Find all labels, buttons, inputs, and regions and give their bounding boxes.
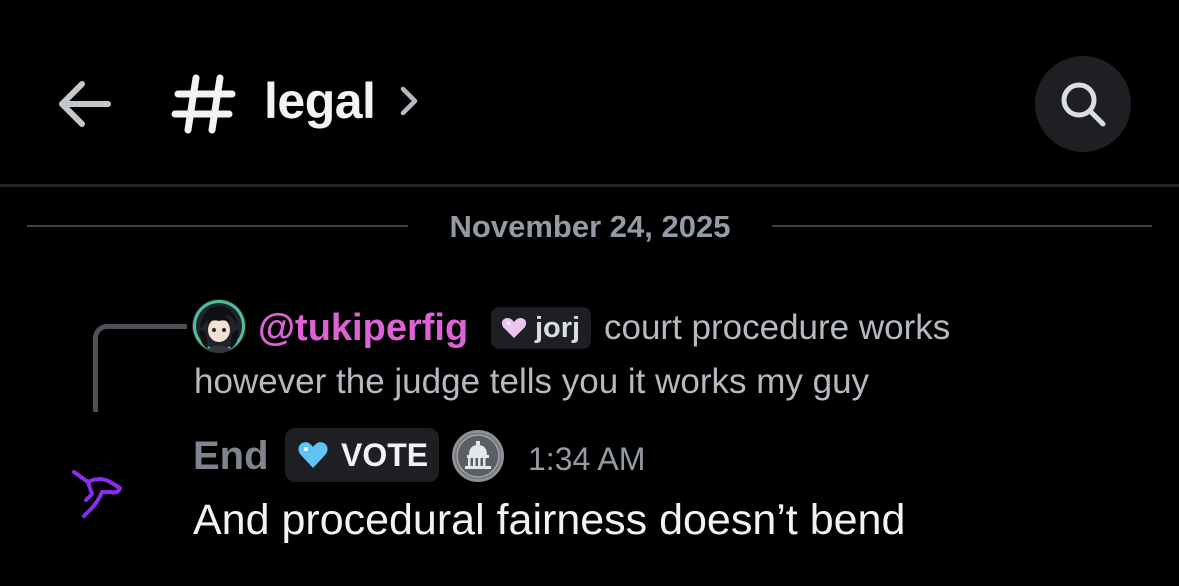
reply-tag-label: jorj <box>535 312 581 344</box>
reply-server-tag[interactable]: jorj <box>491 307 591 349</box>
search-button[interactable] <box>1035 56 1131 152</box>
chevron-right-icon[interactable] <box>396 82 422 120</box>
header-divider <box>0 184 1179 187</box>
blue-heart-icon <box>298 442 328 468</box>
back-button[interactable] <box>52 72 116 136</box>
date-divider-left <box>27 225 408 227</box>
reply-text[interactable]: court procedure works <box>604 305 950 351</box>
channel-header: legal <box>0 0 1179 187</box>
reply-text-continued[interactable]: however the judge tells you it works my … <box>194 359 869 405</box>
channel-name[interactable]: legal <box>264 70 376 132</box>
message-author[interactable]: End <box>193 432 269 480</box>
avatar[interactable] <box>192 299 246 353</box>
message-content[interactable]: And procedural fairness doesn’t bend <box>193 492 905 548</box>
search-icon <box>1061 82 1106 127</box>
hash-icon <box>170 72 238 136</box>
arrow-left-icon <box>59 81 111 127</box>
discord-channel-view: legal November 24, 2025 @tukiperfig jorj… <box>0 0 1179 586</box>
message-server-tag[interactable]: VOTE <box>285 428 439 482</box>
message-timestamp: 1:34 AM <box>528 441 646 477</box>
reply-username[interactable]: @tukiperfig <box>258 305 468 351</box>
pink-heart-icon <box>501 317 527 338</box>
date-divider-right <box>772 225 1152 227</box>
capitol-seal-icon <box>452 430 504 482</box>
date-separator: November 24, 2025 <box>449 209 731 244</box>
message-tag-label: VOTE <box>341 437 429 473</box>
reply-connector <box>93 324 187 412</box>
decorative-dog-icon <box>66 462 124 520</box>
